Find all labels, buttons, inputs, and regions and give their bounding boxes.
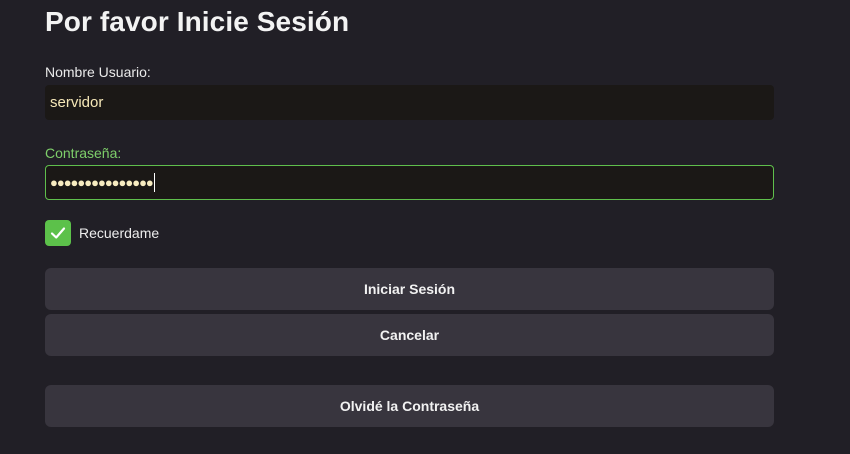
login-button[interactable]: Iniciar Sesión: [45, 268, 774, 310]
password-input[interactable]: ●●●●●●●●●●●●●●●: [45, 165, 774, 200]
cancel-button[interactable]: Cancelar: [45, 314, 774, 356]
username-value: servidor: [50, 94, 104, 111]
text-caret: [153, 173, 155, 192]
password-label: Contraseña:: [45, 145, 122, 161]
password-mask: ●●●●●●●●●●●●●●●: [50, 175, 154, 190]
remember-me-label[interactable]: Recuerdame: [79, 225, 159, 241]
username-input[interactable]: servidor: [45, 85, 774, 120]
page-title: Por favor Inicie Sesión: [45, 6, 350, 37]
forgot-password-button[interactable]: Olvidé la Contraseña: [45, 385, 774, 427]
checkmark-icon: [50, 227, 66, 239]
remember-me-checkbox[interactable]: [45, 220, 71, 246]
login-page: Por favor Inicie Sesión Nombre Usuario: …: [0, 0, 850, 454]
username-label: Nombre Usuario:: [45, 64, 151, 80]
